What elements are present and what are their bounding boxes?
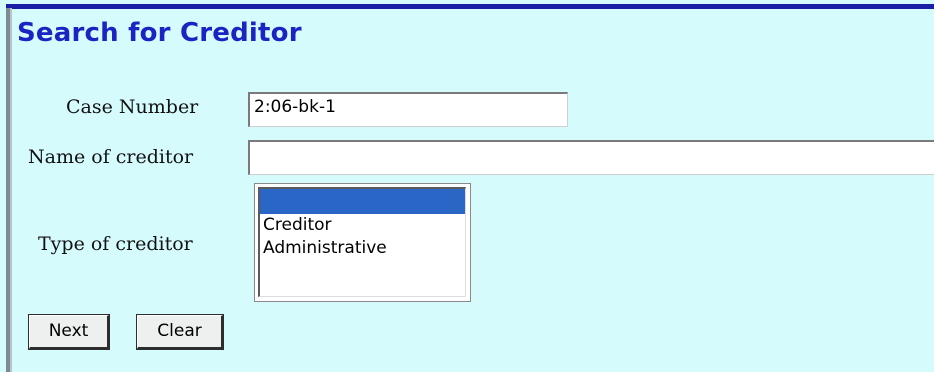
creditor-name-label: Name of creditor	[28, 146, 194, 168]
next-button[interactable]: Next	[28, 314, 110, 350]
creditor-type-label: Type of creditor	[38, 233, 193, 255]
clear-button[interactable]: Clear	[136, 314, 224, 350]
creditor-type-option-blank[interactable]	[260, 189, 465, 214]
top-divider	[6, 4, 934, 9]
case-number-label: Case Number	[66, 96, 199, 118]
page-title: Search for Creditor	[17, 18, 302, 48]
left-divider-highlight	[10, 8, 12, 372]
creditor-type-option-creditor[interactable]: Creditor	[260, 214, 465, 237]
page: Search for Creditor Case Number 2:06-bk-…	[0, 0, 934, 372]
creditor-type-options: Creditor Administrative	[258, 187, 466, 297]
creditor-type-listbox[interactable]: Creditor Administrative	[254, 183, 471, 302]
case-number-input[interactable]: 2:06-bk-1	[248, 92, 568, 127]
creditor-name-input[interactable]	[248, 140, 934, 175]
creditor-type-option-administrative[interactable]: Administrative	[260, 237, 465, 260]
